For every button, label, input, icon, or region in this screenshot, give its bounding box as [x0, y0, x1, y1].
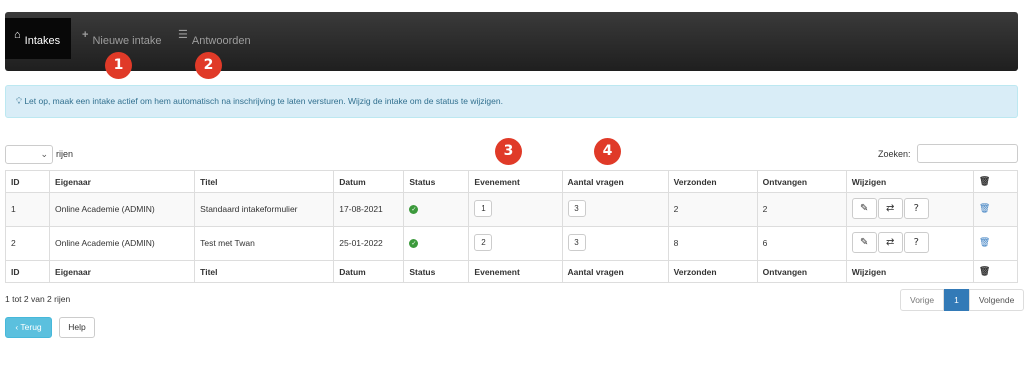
column-footer-received: Ontvangen [756, 260, 847, 283]
trash-icon: 🗑︎ [978, 267, 991, 277]
column-header-questions[interactable]: Aantal vragen [561, 170, 669, 193]
pagination-page-1[interactable]: 1 [944, 289, 969, 311]
transfer-icon[interactable]: ⇄ [877, 232, 903, 253]
cell-owner: Online Academie (ADMIN) [49, 226, 196, 261]
list-icon: ☰ [178, 29, 188, 41]
pagination: Vorige 1 Volgende [900, 289, 1024, 311]
questions-count-button[interactable]: 3 [567, 200, 586, 217]
cell-actions: ✎ ⇄? [845, 226, 974, 261]
column-footer-id: ID [4, 260, 51, 283]
table-row: 2 Online Academie (ADMIN) Test met Twan … [4, 226, 1019, 261]
column-footer-event: Evenement [468, 260, 563, 283]
chevron-down-icon: ⌄ [40, 149, 48, 159]
cell-sent: 8 [667, 226, 758, 261]
chevron-left-icon: ‹ [15, 322, 19, 332]
event-count-button[interactable]: 2 [474, 234, 493, 251]
intakes-table: ID Eigenaar Titel Datum Status Evenement… [4, 170, 1019, 283]
info-alert-text: Let op, maak een intake actief om hem au… [24, 96, 503, 106]
pagination-next[interactable]: Volgende [968, 289, 1024, 311]
cell-id: 2 [4, 226, 51, 261]
search-input[interactable] [917, 144, 1018, 163]
column-header-owner[interactable]: Eigenaar [49, 170, 196, 193]
callout-badge-3: 3 [495, 138, 522, 165]
column-footer-date: Datum [333, 260, 405, 283]
help-button[interactable]: Help [59, 317, 95, 338]
callout-badge-2: 2 [195, 52, 222, 79]
column-footer-status: Status [403, 260, 470, 283]
cell-actions: ✎ ⇄? [845, 192, 974, 227]
cell-event: 1 [468, 192, 563, 227]
info-alert: 💡︎ Let op, maak een intake actief om hem… [5, 85, 1018, 118]
check-circle-icon: ✓ [409, 239, 419, 248]
cell-sent: 2 [667, 192, 758, 227]
column-header-edit: Wijzigen [845, 170, 974, 193]
table-footer-row: ID Eigenaar Titel Datum Status Evenement… [4, 260, 1019, 283]
cell-date: 17-08-2021 [333, 192, 405, 227]
cell-questions: 3 [561, 192, 669, 227]
edit-icon[interactable]: ✎ [851, 198, 877, 219]
cell-title: Standaard intakeformulier [194, 192, 335, 227]
cell-questions: 3 [561, 226, 669, 261]
home-icon: ⌂ [14, 29, 21, 41]
transfer-icon[interactable]: ⇄ [877, 198, 903, 219]
column-footer-questions: Aantal vragen [561, 260, 669, 283]
cell-date: 25-01-2022 [333, 226, 405, 261]
edit-icon[interactable]: ✎ [851, 232, 877, 253]
column-header-delete: 🗑︎ [972, 170, 1019, 193]
question-circle-icon[interactable]: ? [903, 232, 929, 253]
column-footer-delete: 🗑︎ [972, 260, 1019, 283]
nav-new-intake-label: Nieuwe intake [92, 35, 162, 47]
callout-badge-4: 4 [594, 138, 621, 165]
questions-count-button[interactable]: 3 [567, 234, 586, 251]
column-footer-owner: Eigenaar [49, 260, 196, 283]
table-header-row: ID Eigenaar Titel Datum Status Evenement… [4, 170, 1019, 193]
plus-icon: + [82, 29, 89, 41]
rows-per-page-label: rijen [56, 149, 74, 159]
nav-intakes-label: Intakes [24, 35, 61, 47]
cell-delete: 🗑︎ [972, 192, 1019, 227]
column-header-sent[interactable]: Verzonden [667, 170, 758, 193]
event-count-button[interactable]: 1 [474, 200, 493, 217]
trash-icon: 🗑︎ [978, 177, 991, 187]
column-header-received[interactable]: Ontvangen [756, 170, 847, 193]
column-footer-sent: Verzonden [667, 260, 758, 283]
trash-icon[interactable]: 🗑︎ [979, 238, 990, 248]
rows-per-page-select[interactable]: ⌄ [5, 145, 53, 164]
nav-intakes[interactable]: ⌂ Intakes [5, 18, 71, 59]
table-info: 1 tot 2 van 2 rijen [5, 294, 71, 304]
cell-id: 1 [4, 192, 51, 227]
column-header-title[interactable]: Titel [194, 170, 335, 193]
cell-owner: Online Academie (ADMIN) [49, 192, 196, 227]
back-button-label: Terug [20, 322, 42, 332]
column-header-date[interactable]: Datum [333, 170, 405, 193]
column-footer-edit: Wijzigen [845, 260, 974, 283]
back-button[interactable]: ‹ Terug [5, 317, 52, 338]
check-circle-icon: ✓ [409, 205, 419, 214]
column-footer-title: Titel [194, 260, 335, 283]
pagination-previous[interactable]: Vorige [900, 289, 945, 311]
column-header-status[interactable]: Status [403, 170, 470, 193]
search-label: Zoeken: [878, 149, 911, 159]
column-header-event[interactable]: Evenement [468, 170, 563, 193]
callout-badge-1: 1 [105, 52, 132, 79]
nav-answers-label: Antwoorden [191, 35, 251, 47]
cell-title: Test met Twan [194, 226, 335, 261]
lightbulb-icon: 💡︎ [16, 97, 22, 107]
cell-status: ✓ [403, 226, 470, 261]
cell-event: 2 [468, 226, 563, 261]
cell-status: ✓ [403, 192, 470, 227]
table-row: 1 Online Academie (ADMIN) Standaard inta… [4, 192, 1019, 227]
column-header-id[interactable]: ID [4, 170, 51, 193]
cell-received: 6 [756, 226, 847, 261]
cell-delete: 🗑︎ [972, 226, 1019, 261]
trash-icon[interactable]: 🗑︎ [979, 204, 990, 214]
cell-received: 2 [756, 192, 847, 227]
question-circle-icon[interactable]: ? [903, 198, 929, 219]
